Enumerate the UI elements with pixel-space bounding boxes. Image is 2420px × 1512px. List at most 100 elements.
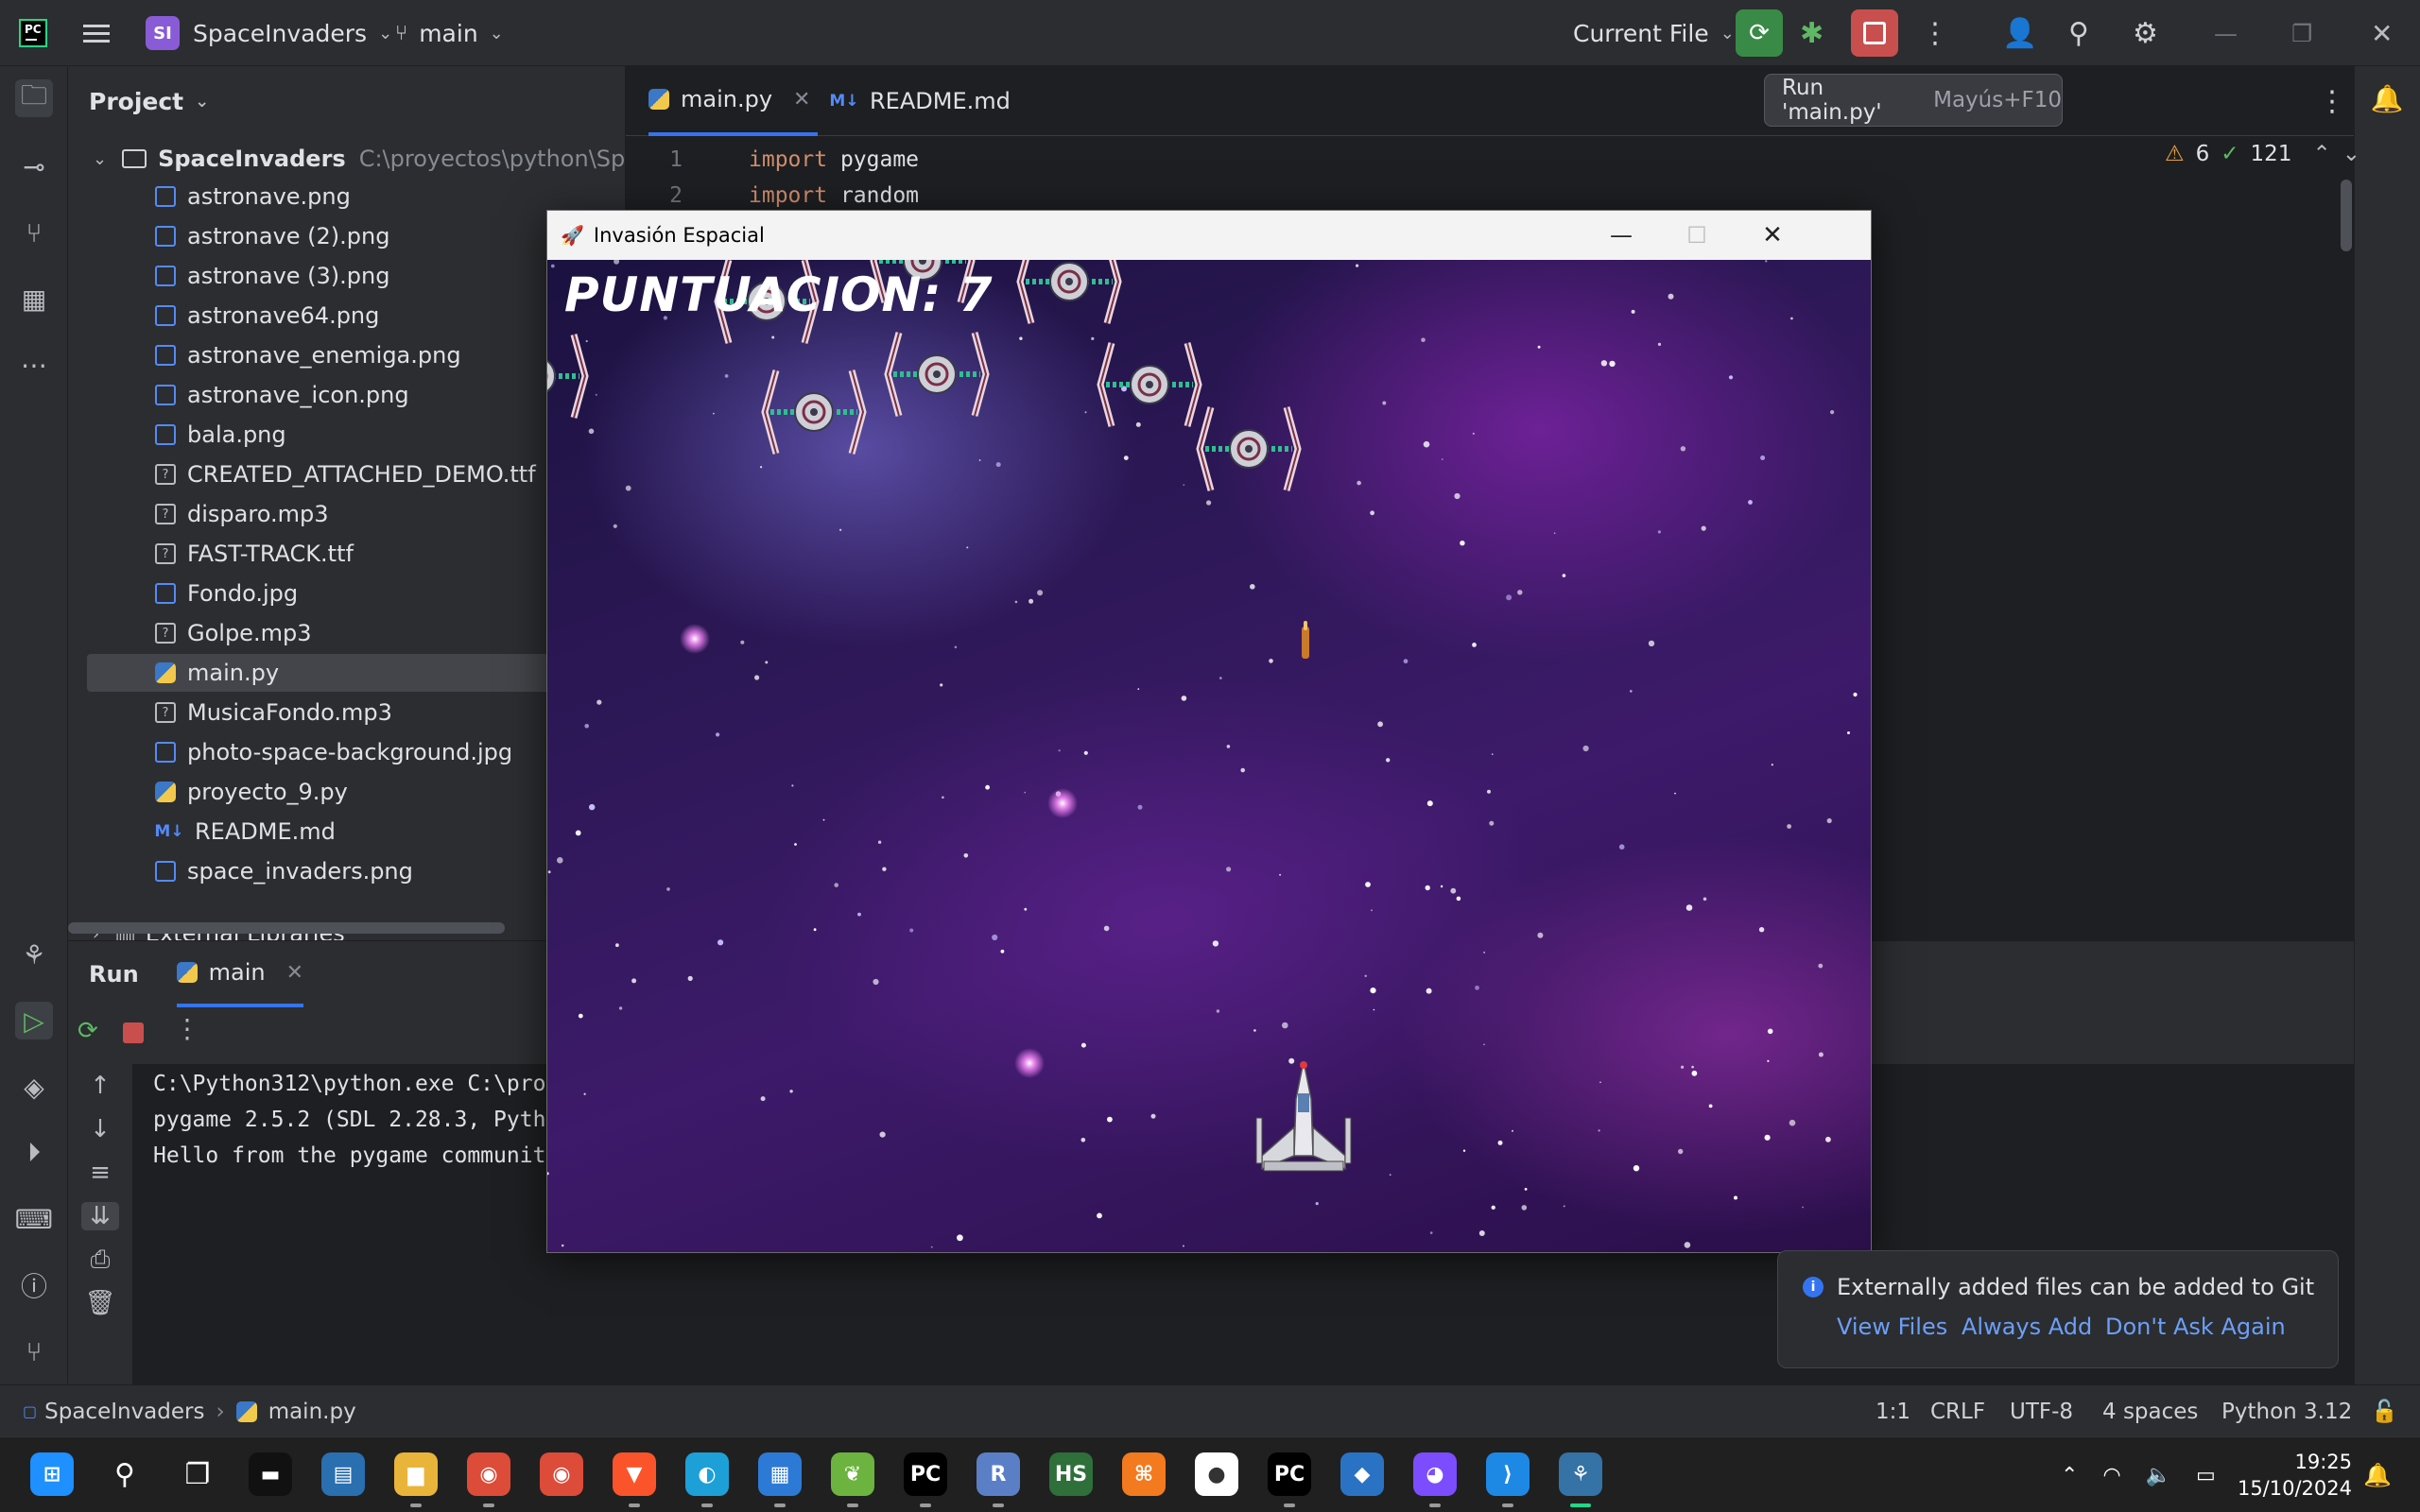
git-icon[interactable]: ⑂ (15, 1332, 53, 1370)
taskbar-search-icon[interactable]: ⚲ (103, 1452, 147, 1496)
branch-selector[interactable]: ⑂ main ⌄ (395, 0, 504, 66)
taskbar-xampp-icon[interactable]: ⌘ (1122, 1452, 1166, 1496)
tree-file-item[interactable]: bala.png (155, 416, 286, 454)
layers-icon[interactable]: ◈ (15, 1068, 53, 1106)
main-menu-icon[interactable] (83, 0, 110, 66)
search-everywhere-button[interactable]: ⚲ (2068, 0, 2089, 66)
close-tab-icon[interactable]: ✕ (793, 88, 810, 112)
indent-setting[interactable]: 4 spaces (2102, 1385, 2198, 1437)
print-icon[interactable]: ⎙ (81, 1246, 119, 1275)
more-actions-button[interactable]: ⋮ (1921, 0, 1949, 66)
clock[interactable]: 19:25 15/10/2024 (2238, 1437, 2352, 1512)
close-tab-icon[interactable]: ✕ (286, 961, 303, 985)
line-separator[interactable]: CRLF (1930, 1385, 1985, 1437)
project-tool-icon[interactable]: 🗀 (15, 79, 53, 117)
caret-position[interactable]: 1:1 (1876, 1385, 1910, 1437)
run-tab-main[interactable]: main ✕ (176, 941, 304, 1007)
close-button[interactable]: ✕ (2371, 0, 2393, 66)
always-add-link[interactable]: Always Add (1962, 1314, 2092, 1340)
game-close-button[interactable]: ✕ (1735, 211, 1810, 260)
taskbar-task-view-icon[interactable]: ❐ (176, 1452, 219, 1496)
taskbar-hs-icon[interactable]: HS (1049, 1452, 1093, 1496)
battery-icon[interactable]: ▭ (2196, 1464, 2216, 1487)
taskbar-control-panel-icon[interactable]: ▤ (321, 1452, 365, 1496)
taskbar-store-icon[interactable]: ▦ (758, 1452, 802, 1496)
tree-file-item[interactable]: photo-space-background.jpg (155, 733, 512, 771)
rerun-icon[interactable]: ⟳ (78, 1017, 98, 1045)
taskbar-pycharm-icon[interactable]: PC (1268, 1452, 1311, 1496)
tree-file-item[interactable]: ? MusicaFondo.mp3 (155, 694, 392, 731)
arrow-up-icon[interactable]: ↑ (81, 1072, 119, 1100)
run-config-selector[interactable]: Current File ⌄ (1573, 0, 1735, 66)
game-minimize-button[interactable]: — (1583, 211, 1659, 260)
soft-wrap-icon[interactable]: ≡ (81, 1159, 119, 1187)
scroll-to-end-icon[interactable]: ⇊ (81, 1202, 119, 1230)
tab-readme[interactable]: M↓ README.md (829, 66, 1010, 136)
tree-file-item[interactable]: astronave (3).png (155, 257, 389, 295)
rerun-button[interactable]: ⟳ (1736, 0, 1783, 66)
taskbar-brave-icon[interactable]: ▼ (613, 1452, 656, 1496)
wifi-icon[interactable]: ◠ (2102, 1464, 2120, 1487)
problems-icon[interactable]: ⓘ (15, 1266, 53, 1304)
taskbar-chrome-icon[interactable]: ◉ (467, 1452, 510, 1496)
tree-root-folder[interactable]: ⌄ SpaceInvaders C:\proyectos\python\Spac… (93, 140, 625, 178)
tree-file-item[interactable]: astronave.png (155, 178, 351, 215)
breadcrumb-file[interactable]: main.py (268, 1400, 356, 1424)
taskbar-r-icon[interactable]: R (977, 1452, 1020, 1496)
project-selector[interactable]: SI SpaceInvaders ⌄ (146, 0, 392, 66)
lock-icon[interactable]: 🔓 (2371, 1385, 2398, 1437)
chevron-down-icon[interactable]: ⌄ (2342, 142, 2360, 166)
chevron-up-icon[interactable]: ⌃ (2312, 142, 2330, 166)
tree-file-item[interactable]: ? disparo.mp3 (155, 495, 328, 533)
tree-file-item[interactable]: ? CREATED_ATTACHED_DEMO.ttf (155, 455, 536, 493)
stop-icon[interactable] (123, 1022, 144, 1043)
tree-file-item[interactable]: astronave (2).png (155, 217, 389, 255)
trash-icon[interactable]: 🗑 (81, 1289, 119, 1317)
notifications-icon[interactable]: 🔔 (2368, 79, 2406, 117)
taskbar-edge-icon[interactable]: ◐ (685, 1452, 729, 1496)
taskbar-terminal-icon[interactable]: ▬ (249, 1452, 292, 1496)
taskbar-spring-icon[interactable]: ❦ (831, 1452, 874, 1496)
tree-file-item[interactable]: M↓ README.md (154, 813, 335, 850)
view-files-link[interactable]: View Files (1837, 1314, 1947, 1340)
taskbar-vscode-icon[interactable]: ⟩ (1486, 1452, 1530, 1496)
taskbar-git-icon[interactable]: ◆ (1340, 1452, 1384, 1496)
minimize-button[interactable]: — (2214, 0, 2238, 66)
taskbar-pycharm-icon[interactable]: PC (904, 1452, 947, 1496)
editor-scrollbar[interactable] (2341, 180, 2352, 251)
commit-icon[interactable]: ⊸ (15, 147, 53, 185)
stop-button[interactable] (1851, 0, 1898, 66)
project-panel-header[interactable]: Project ⌄ (68, 66, 625, 136)
game-maximize-button[interactable]: ☐ (1659, 211, 1735, 260)
tree-file-item[interactable]: ? Golpe.mp3 (155, 614, 311, 652)
taskbar-app-icon[interactable]: ● (1195, 1452, 1238, 1496)
horizontal-scrollbar[interactable] (68, 922, 505, 934)
python-interpreter[interactable]: Python 3.12 (2221, 1385, 2352, 1437)
restore-button[interactable]: ❐ (2291, 0, 2312, 66)
run-tool-icon[interactable]: ▷ (15, 1002, 53, 1040)
code-line-2[interactable]: 2 import random (626, 183, 919, 208)
tree-file-item[interactable]: ? FAST-TRACK.ttf (155, 535, 354, 573)
settings-button[interactable]: ⚙ (2133, 0, 2158, 66)
debug-button[interactable]: ✱ (1800, 0, 1824, 66)
pull-requests-icon[interactable]: ⑂ (15, 214, 53, 251)
game-canvas[interactable]: PUNTUACION: 7 (547, 260, 1871, 1252)
taskbar-python-icon[interactable]: ⚘ (1559, 1452, 1602, 1496)
inspection-widget[interactable]: ⚠ 6 ✓ 121 ⌃ ⌄ (2165, 142, 2360, 166)
tree-file-item[interactable]: Fondo.jpg (155, 575, 298, 612)
game-window-titlebar[interactable]: 🚀 Invasión Espacial — ☐ ✕ (547, 211, 1871, 260)
services-icon[interactable]: ⏵ (15, 1134, 53, 1172)
tree-file-item[interactable]: astronave64.png (155, 297, 379, 335)
more-tools-icon[interactable]: ⋯ (15, 346, 53, 384)
taskbar-start-icon[interactable]: ⊞ (30, 1452, 74, 1496)
tab-main-py[interactable]: main.py ✕ (648, 66, 819, 136)
notification-bell-icon[interactable]: 🔔 (2363, 1437, 2392, 1512)
tree-file-item[interactable]: astronave_enemiga.png (155, 336, 461, 374)
tab-options-button[interactable]: ⋮ (2318, 66, 2346, 136)
dont-ask-again-link[interactable]: Don't Ask Again (2105, 1314, 2286, 1340)
tree-file-item[interactable]: proyecto_9.py (155, 773, 348, 811)
tree-file-item[interactable]: space_invaders.png (155, 852, 413, 890)
tree-file-item[interactable]: astronave_icon.png (155, 376, 409, 414)
terminal-icon[interactable]: ⌨ (15, 1200, 53, 1238)
structure-icon[interactable]: ▦ (15, 280, 53, 318)
